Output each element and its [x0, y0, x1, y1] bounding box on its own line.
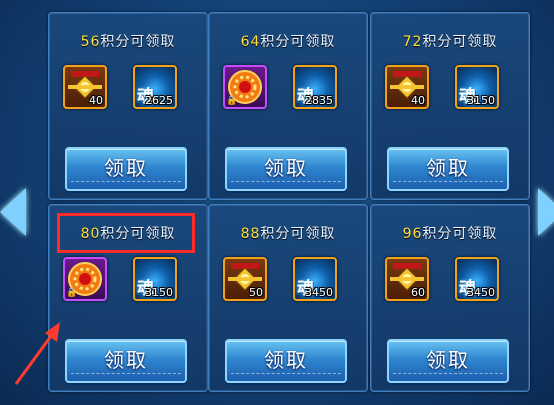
claim-button[interactable]: 领取 — [225, 339, 347, 383]
claim-button[interactable]: 领取 — [387, 147, 509, 191]
highlight-box — [57, 213, 195, 253]
reward-card-64: 64积分可领取 🔒 魂 2835 领取 — [208, 12, 368, 200]
claim-button[interactable]: 领取 — [387, 339, 509, 383]
card-title: 96积分可领取 — [402, 226, 498, 242]
card-title: 88积分可领取 — [240, 226, 336, 242]
lock-icon: 🔒 — [66, 288, 78, 298]
golden-emblem-icon[interactable]: 50 — [223, 257, 267, 301]
golden-emblem-icon[interactable]: 60 — [385, 257, 429, 301]
claim-button[interactable]: 领取 — [65, 147, 187, 191]
card-title: 56积分可领取 — [80, 34, 176, 50]
soul-flame-icon[interactable]: 魂 3150 — [133, 257, 177, 301]
soul-flame-icon[interactable]: 魂 3450 — [455, 257, 499, 301]
soul-flame-icon[interactable]: 魂 2835 — [293, 65, 337, 109]
card-title: 72积分可领取 — [402, 34, 498, 50]
lock-icon: 🔒 — [226, 96, 238, 106]
reward-card-88: 88积分可领取 50 魂 3450 领取 — [208, 204, 368, 392]
claim-button[interactable]: 领取 — [225, 147, 347, 191]
golden-emblem-icon[interactable]: 40 — [385, 65, 429, 109]
soul-flame-icon[interactable]: 魂 2625 — [133, 65, 177, 109]
golden-emblem-icon[interactable]: 40 — [63, 65, 107, 109]
fire-wheel-icon[interactable]: 🔒 — [63, 257, 107, 301]
pointer-arrow-icon — [14, 322, 60, 385]
claim-button[interactable]: 领取 — [65, 339, 187, 383]
previous-page-arrow-icon[interactable] — [0, 188, 26, 236]
soul-flame-icon[interactable]: 魂 3150 — [455, 65, 499, 109]
card-title: 64积分可领取 — [240, 34, 336, 50]
reward-card-96: 96积分可领取 60 魂 3450 领取 — [370, 204, 530, 392]
reward-card-72: 72积分可领取 40 魂 3150 领取 — [370, 12, 530, 200]
next-page-arrow-icon[interactable] — [538, 188, 554, 236]
reward-card-56: 56积分可领取 40 魂 2625 领取 — [48, 12, 208, 200]
soul-flame-icon[interactable]: 魂 3450 — [293, 257, 337, 301]
fire-wheel-icon[interactable]: 🔒 — [223, 65, 267, 109]
